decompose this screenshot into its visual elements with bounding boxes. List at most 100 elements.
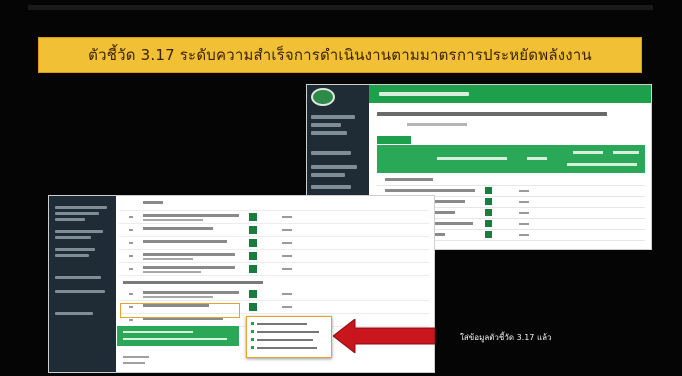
edit-button[interactable] [485,187,492,194]
ministry-logo-icon [311,88,335,106]
menu-item[interactable] [257,347,317,349]
row-value [282,229,292,231]
sidebar [49,196,116,372]
list-row [119,263,429,276]
edit-button[interactable] [249,226,257,234]
row-text [143,296,213,298]
column-header [437,157,507,160]
row-number [129,293,133,295]
highlighted-row[interactable] [120,303,240,318]
edit-button[interactable] [249,303,257,311]
bullet-icon [251,330,254,333]
sidebar-item[interactable] [55,312,93,315]
list-row [119,288,429,301]
tab-active[interactable] [377,136,411,144]
edit-button[interactable] [249,252,257,260]
page-description [377,112,607,116]
sidebar-item[interactable] [311,131,347,135]
row-value [519,212,529,214]
selected-indicator-panel[interactable] [117,326,239,346]
title-banner: ตัวชี้วัด 3.17 ระดับความสำเร็จการดำเนินง… [38,37,642,73]
footer-text [123,362,145,364]
sidebar-item[interactable] [311,115,355,119]
sidebar-item[interactable] [55,206,107,209]
list-row [119,211,429,224]
row-value [519,190,529,192]
dropdown-menu[interactable] [246,316,332,358]
bullet-icon [251,346,254,349]
edit-button[interactable] [249,239,257,247]
column-header [573,151,603,154]
row-value [282,268,292,270]
row-text [143,258,193,260]
edit-button[interactable] [485,231,492,238]
presentation-slide: ตัวชี้วัด 3.17 ระดับความสำเร็จการดำเนินง… [0,0,682,376]
menu-item[interactable] [257,323,307,325]
bullet-icon [251,338,254,341]
panel-text [123,331,193,333]
edit-button[interactable] [485,209,492,216]
row-text [143,291,239,294]
row-value [282,306,292,308]
menu-item[interactable] [257,339,313,341]
row-text [143,271,201,273]
column-header [567,163,637,166]
row-number [129,216,133,218]
list-row [119,237,429,250]
sidebar-item[interactable] [55,254,89,257]
row-number [129,242,133,244]
table-header [377,145,645,173]
header-title [379,92,469,96]
edit-button[interactable] [485,198,492,205]
edit-button[interactable] [485,220,492,227]
sidebar-item[interactable] [311,151,351,155]
page-subtitle [407,123,467,126]
row-number [129,268,133,270]
instruction-caption: ใส่ข้อมูลตัวชี้วัด 3.17 แล้ว [460,333,552,342]
sidebar-item[interactable] [55,290,105,293]
edit-button[interactable] [249,213,257,221]
row-text [385,189,475,192]
sidebar-item[interactable] [55,212,99,215]
slide-title: ตัวชี้วัด 3.17 ระดับความสำเร็จการดำเนินง… [88,46,592,64]
row-text [143,227,213,230]
footer-text [123,356,149,358]
edit-button[interactable] [249,265,257,273]
row-text [143,214,239,217]
row-value [282,242,292,244]
edit-button[interactable] [249,290,257,298]
sidebar-item[interactable] [311,173,345,177]
row-value [519,223,529,225]
sidebar-item[interactable] [55,236,91,239]
row-text [143,240,227,243]
row-value [282,216,292,218]
row-text [143,266,235,269]
sidebar-item[interactable] [55,218,85,221]
row-value [282,293,292,295]
column-header [527,157,547,160]
app-header [369,85,651,103]
sidebar-item[interactable] [311,123,341,127]
list-row [119,198,429,211]
menu-item[interactable] [257,331,319,333]
row-text [143,253,235,256]
sidebar-item[interactable] [55,230,103,233]
left-pointing-red-arrow-icon [333,319,435,353]
sidebar-item[interactable] [55,248,95,251]
row-value [282,255,292,257]
sidebar-item[interactable] [55,276,101,279]
row-value [519,234,529,236]
section-heading [123,281,263,284]
row-value [519,201,529,203]
list-row [119,224,429,237]
row-text [385,178,433,181]
sidebar-item[interactable] [311,185,351,189]
list-row [119,250,429,263]
column-header [613,151,639,154]
row-number [129,319,133,321]
top-divider [28,5,653,10]
row-text [143,219,203,221]
row-number [129,229,133,231]
sidebar-item[interactable] [311,165,357,169]
row-text [143,201,163,204]
